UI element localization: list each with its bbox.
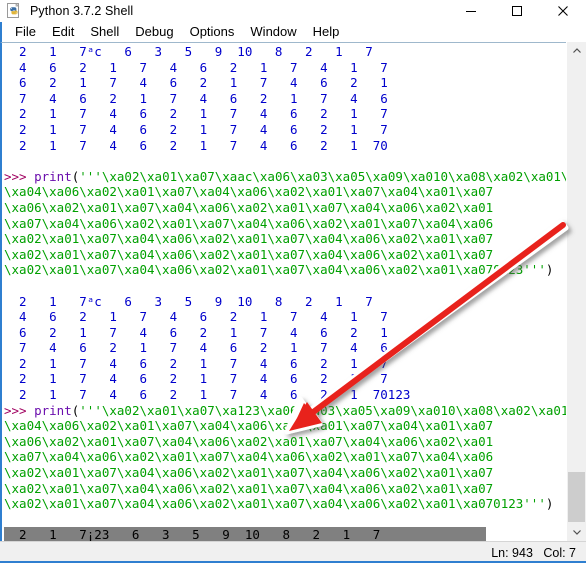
string-literal-part: \xa07\xa04\xa06\xa02\xa01\xa07\xa04\xa06… [4,215,494,231]
string-literal-part: \xa02\xa01\xa07\xa04\xa06\xa02\xa01\xa07… [4,480,494,496]
string-literal-part: \xa02\xa01\xa07\xa04\xa06\xa02\xa01\xa07… [4,231,494,247]
command-line: \xa07\xa04\xa06\xa02\xa01\xa07\xa04\xa06… [4,449,566,465]
output-line-text: 2 1 7 4 6 2 1 7 4 6 2 1 70 [4,137,388,153]
output-line: 6 2 1 7 4 6 2 1 7 4 6 2 1 [4,75,566,91]
menu-bar: File Edit Shell Debug Options Window Hel… [0,22,586,42]
command-line: \xa06\xa02\xa01\xa07\xa04\xa06\xa02\xa01… [4,200,566,216]
output-line: 7 4 6 2 1 7 4 6 2 1 7 4 6 [4,91,566,107]
string-literal-part: \xa02\xa01\xa07\xa123\xa06\xa03\xa05\xa0… [101,402,566,418]
close-paren: ) [545,262,554,278]
window-controls [448,0,586,22]
string-literal-part: \xa02\xa01\xa07\xa04\xa06\xa02\xa01\xa07… [4,246,494,262]
command-line: >>> print('''\xa02\xa01\xa07\xa123\xa06\… [4,403,566,419]
triple-quote-close: ''' [523,496,546,512]
output-line-text: 4 6 2 1 7 4 6 2 1 7 4 1 7 [4,59,388,75]
shell-text-region: 2 1 7ᵃc 6 3 5 9 10 8 2 1 7 4 6 2 1 7 4 6… [0,42,586,541]
output-line-text: 2 1 7 4 6 2 1 7 4 6 2 1 7 [4,121,388,137]
string-literal-part: \xa04\xa06\xa02\xa01\xa07\xa04\xa06\xa02… [4,418,494,434]
output-line: 2 1 7 4 6 2 1 7 4 6 2 1 7 [4,371,566,387]
output-line: 2 1 7ᵃc 6 3 5 9 10 8 2 1 7 [4,44,566,60]
command-line: \xa04\xa06\xa02\xa01\xa07\xa04\xa06\xa02… [4,418,566,434]
string-literal-part: \xa02\xa01\xa07\xaac\xa06\xa03\xa05\xa09… [101,168,566,184]
menu-item-window[interactable]: Window [242,23,304,42]
status-column-number: Col: 7 [543,545,576,560]
close-button[interactable] [540,0,586,22]
string-literal-part: \xa02\xa01\xa07\xa04\xa06\xa02\xa01\xa07… [4,262,524,278]
command-line: \xa02\xa01\xa07\xa04\xa06\xa02\xa01\xa07… [4,496,566,512]
string-literal-part: \xa04\xa06\xa02\xa01\xa07\xa04\xa06\xa02… [4,184,494,200]
print-keyword: print [34,168,72,184]
vertical-scrollbar[interactable] [566,42,586,541]
chevron-down-icon[interactable] [567,523,586,541]
menu-item-file[interactable]: File [7,23,44,42]
output-line: 2 1 7 4 6 2 1 7 4 6 2 1 7 [4,106,566,122]
output-line-text: 2 1 7 4 6 2 1 7 4 6 2 1 70123 [4,387,411,403]
shell-prompt: >>> [4,168,35,184]
status-bar: Ln: 943 Col: 7 [0,541,586,563]
command-line: \xa02\xa01\xa07\xa04\xa06\xa02\xa01\xa07… [4,247,566,263]
selected-output-text: 2 1 7¡23 6 3 5 9 10 8 2 1 7 [4,527,486,541]
output-line-text: 7 4 6 2 1 7 4 6 2 1 7 4 6 [4,340,388,356]
close-paren: ) [545,496,554,512]
menu-item-debug[interactable]: Debug [127,23,181,42]
command-line: \xa02\xa01\xa07\xa04\xa06\xa02\xa01\xa07… [4,481,566,497]
string-literal-part: \xa02\xa01\xa07\xa04\xa06\xa02\xa01\xa07… [4,496,524,512]
output-line-text: 2 1 7 4 6 2 1 7 4 6 2 1 7 [4,371,388,387]
status-line-number: Ln: 943 [491,545,533,560]
output-line: 2 1 7 4 6 2 1 7 4 6 2 1 70 [4,138,566,154]
command-line: \xa04\xa06\xa02\xa01\xa07\xa04\xa06\xa02… [4,184,566,200]
triple-quote-close: ''' [523,262,546,278]
print-keyword: print [34,402,72,418]
output-line-text: 2 1 7 4 6 2 1 7 4 6 2 1 7 [4,355,388,371]
string-literal-part: \xa06\xa02\xa01\xa07\xa04\xa06\xa02\xa01… [4,199,494,215]
output-line: 2 1 7ᵃc 6 3 5 9 10 8 2 1 7 [4,294,566,310]
output-line: 2 1 7 4 6 2 1 7 4 6 2 1 70123 [4,387,566,403]
maximize-button[interactable] [494,0,540,22]
minimize-button[interactable] [448,0,494,22]
menu-item-help[interactable]: Help [305,23,348,42]
output-line-text: 2 1 7ᵃc 6 3 5 9 10 8 2 1 7 [4,293,373,309]
output-line: 4 6 2 1 7 4 6 2 1 7 4 1 7 [4,60,566,76]
shell-prompt: >>> [4,402,35,418]
command-line: \xa07\xa04\xa06\xa02\xa01\xa07\xa04\xa06… [4,216,566,232]
shell-output-text[interactable]: 2 1 7ᵃc 6 3 5 9 10 8 2 1 7 4 6 2 1 7 4 6… [0,42,566,541]
string-literal-part: \xa07\xa04\xa06\xa02\xa01\xa07\xa04\xa06… [4,449,494,465]
string-literal-part: \xa06\xa02\xa01\xa07\xa04\xa06\xa02\xa01… [4,433,494,449]
string-literal-part: \xa02\xa01\xa07\xa04\xa06\xa02\xa01\xa07… [4,465,494,481]
menu-item-options[interactable]: Options [182,23,243,42]
status-position: Ln: 943 Col: 7 [491,546,576,560]
output-line: 7 4 6 2 1 7 4 6 2 1 7 4 6 [4,340,566,356]
chevron-up-icon[interactable] [567,42,586,60]
window-title: Python 3.7.2 Shell [30,4,134,18]
output-line-text: 6 2 1 7 4 6 2 1 7 4 6 2 1 [4,75,388,91]
command-line: \xa06\xa02\xa01\xa07\xa04\xa06\xa02\xa01… [4,434,566,450]
output-line-text: 2 1 7 4 6 2 1 7 4 6 2 1 7 [4,106,388,122]
output-line: 4 6 2 1 7 4 6 2 1 7 4 1 7 [4,309,566,325]
python-logo-icon [6,2,22,19]
output-line-text: 7 4 6 2 1 7 4 6 2 1 7 4 6 [4,90,388,106]
triple-quote-open: ''' [79,168,102,184]
output-line-text: 4 6 2 1 7 4 6 2 1 7 4 1 7 [4,309,388,325]
shell-code-content: 2 1 7ᵃc 6 3 5 9 10 8 2 1 7 4 6 2 1 7 4 6… [4,44,566,541]
command-line: \xa02\xa01\xa07\xa04\xa06\xa02\xa01\xa07… [4,465,566,481]
triple-quote-open: ''' [79,402,102,418]
menu-item-edit[interactable]: Edit [44,23,82,42]
output-line: 6 2 1 7 4 6 2 1 7 4 6 2 1 [4,325,566,341]
output-line: 2 1 7 4 6 2 1 7 4 6 2 1 7 [4,356,566,372]
title-bar: Python 3.7.2 Shell [0,0,586,22]
idle-shell-window: Python 3.7.2 Shell File Edit Shell Debug… [0,0,586,563]
selected-output-line: 2 1 7¡23 6 3 5 9 10 8 2 1 7 [4,527,566,541]
command-line: \xa02\xa01\xa07\xa04\xa06\xa02\xa01\xa07… [4,231,566,247]
command-line: >>> print('''\xa02\xa01\xa07\xaac\xa06\x… [4,169,566,185]
output-line-text: 6 2 1 7 4 6 2 1 7 4 6 2 1 [4,324,388,340]
output-line-text: 2 1 7ᵃc 6 3 5 9 10 8 2 1 7 [4,44,373,59]
command-line: \xa02\xa01\xa07\xa04\xa06\xa02\xa01\xa07… [4,262,566,278]
scrollbar-thumb[interactable] [568,472,585,522]
output-line: 2 1 7 4 6 2 1 7 4 6 2 1 7 [4,122,566,138]
menu-item-shell[interactable]: Shell [82,23,127,42]
